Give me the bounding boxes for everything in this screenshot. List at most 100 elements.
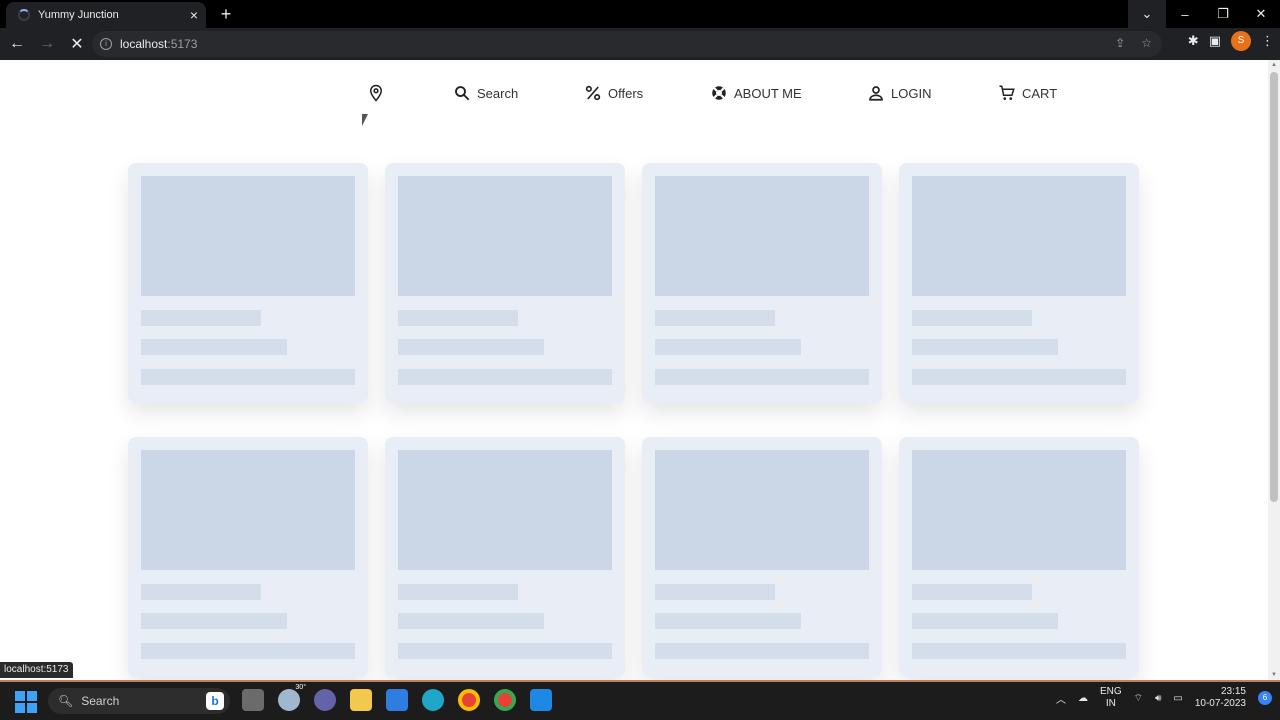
mouse-cursor-icon bbox=[362, 114, 368, 126]
notification-count-badge[interactable]: 6 bbox=[1258, 691, 1272, 705]
share-icon[interactable]: ⇪ bbox=[1115, 36, 1125, 50]
taskbar-search-box[interactable]: 🔍︎ Search b bbox=[48, 688, 230, 714]
nav-login[interactable]: LOGIN bbox=[867, 84, 931, 102]
region-code: IN bbox=[1105, 698, 1116, 709]
restore-button[interactable]: ❐ bbox=[1204, 0, 1242, 28]
url-host: localhost bbox=[120, 37, 168, 51]
skeleton-subtitle-placeholder bbox=[141, 613, 287, 629]
skeleton-card bbox=[642, 437, 882, 677]
location-picker[interactable] bbox=[367, 84, 385, 102]
nav-offers-label: Offers bbox=[608, 85, 644, 101]
help-lifebuoy-icon bbox=[712, 86, 726, 100]
new-tab-button[interactable]: + bbox=[216, 4, 236, 24]
chrome-active-icon[interactable] bbox=[494, 689, 516, 711]
language-indicator[interactable]: ENG IN bbox=[1100, 686, 1122, 710]
tab-close-button[interactable]: × bbox=[190, 8, 198, 22]
wifi-icon[interactable]: ⌔ bbox=[1134, 692, 1143, 705]
page-viewport: Search Offers ABOUT ME LOGIN CART bbox=[0, 60, 1268, 680]
skeleton-meta-placeholder bbox=[912, 643, 1126, 659]
stop-loading-button[interactable]: ✕ bbox=[64, 31, 90, 57]
percent-icon bbox=[585, 85, 601, 101]
skeleton-image-placeholder bbox=[141, 450, 355, 570]
weather-widget-icon[interactable]: 30° bbox=[278, 684, 306, 711]
skeleton-meta-placeholder bbox=[655, 369, 869, 385]
skeleton-title-placeholder bbox=[398, 584, 518, 600]
skeleton-card bbox=[128, 163, 368, 403]
taskbar-clock[interactable]: 23:15 10-07-2023 bbox=[1195, 686, 1246, 710]
browser-tab[interactable]: Yummy Junction × bbox=[6, 2, 206, 28]
url-port: :5173 bbox=[167, 37, 198, 51]
skeleton-image-placeholder bbox=[912, 450, 1126, 570]
search-icon bbox=[455, 86, 470, 101]
skeleton-meta-placeholder bbox=[398, 643, 612, 659]
microsoft-store-icon[interactable] bbox=[386, 689, 408, 711]
loading-spinner-icon bbox=[18, 9, 30, 21]
skeleton-image-placeholder bbox=[398, 450, 612, 570]
skeleton-image-placeholder bbox=[655, 176, 869, 296]
address-bar[interactable]: i localhost:5173 ⇪ ☆ bbox=[92, 31, 1162, 57]
skeleton-subtitle-placeholder bbox=[398, 339, 544, 355]
profile-avatar[interactable]: S bbox=[1231, 31, 1251, 51]
bookmark-star-icon[interactable]: ☆ bbox=[1141, 36, 1152, 50]
tab-search-button[interactable]: ⌄ bbox=[1128, 0, 1166, 28]
nav-search[interactable]: Search bbox=[453, 84, 518, 102]
nav-search-label: Search bbox=[477, 85, 519, 101]
cart-icon bbox=[999, 85, 1015, 100]
system-tray: ︿ ☁ ENG IN ⌔ 🔊︎ ▭ 23:15 10-07-2023 6 bbox=[1056, 686, 1272, 710]
skeleton-meta-placeholder bbox=[398, 369, 612, 385]
edge-browser-icon[interactable] bbox=[422, 689, 444, 711]
volume-icon[interactable]: 🔊︎ bbox=[1155, 693, 1161, 704]
minimize-button[interactable]: – bbox=[1166, 0, 1204, 28]
teams-chat-icon[interactable] bbox=[314, 689, 336, 711]
side-panel-icon[interactable]: ▣ bbox=[1209, 33, 1221, 49]
skeleton-title-placeholder bbox=[141, 310, 261, 326]
search-icon: 🔍︎ bbox=[58, 694, 74, 708]
onedrive-cloud-icon[interactable]: ☁ bbox=[1078, 693, 1088, 704]
nav-offers[interactable]: Offers bbox=[584, 84, 643, 102]
skeleton-subtitle-placeholder bbox=[398, 613, 544, 629]
window-controls: ⌄ – ❐ ✕ bbox=[1128, 0, 1280, 28]
taskbar-search-placeholder: Search bbox=[81, 694, 120, 708]
forward-button[interactable]: → bbox=[34, 31, 60, 57]
skeleton-card bbox=[385, 163, 625, 403]
site-navigation: Search Offers ABOUT ME LOGIN CART bbox=[0, 84, 1268, 108]
skeleton-card bbox=[128, 437, 368, 677]
windows-start-button[interactable] bbox=[15, 691, 37, 713]
task-view-icon[interactable] bbox=[242, 689, 264, 711]
skeleton-meta-placeholder bbox=[912, 369, 1126, 385]
file-explorer-icon[interactable] bbox=[350, 689, 372, 711]
location-pin-icon bbox=[369, 84, 383, 102]
nav-login-label: LOGIN bbox=[891, 85, 932, 101]
link-status-bubble: localhost:5173 bbox=[0, 662, 73, 678]
user-icon bbox=[869, 86, 883, 101]
skeleton-meta-placeholder bbox=[141, 643, 355, 659]
site-info-icon[interactable]: i bbox=[100, 38, 112, 50]
skeleton-subtitle-placeholder bbox=[141, 339, 287, 355]
scroll-up-arrow[interactable]: ▲ bbox=[1270, 62, 1278, 68]
weather-temperature: 30° bbox=[295, 684, 306, 691]
nav-cart[interactable]: CART bbox=[998, 84, 1057, 102]
restaurant-skeleton-grid bbox=[128, 163, 1140, 677]
bing-icon[interactable]: b bbox=[206, 692, 224, 710]
extensions-icon[interactable]: ✱ bbox=[1188, 33, 1199, 49]
close-window-button[interactable]: ✕ bbox=[1242, 0, 1280, 28]
skeleton-card bbox=[385, 437, 625, 677]
skeleton-card bbox=[642, 163, 882, 403]
battery-icon[interactable]: ▭ bbox=[1173, 693, 1182, 704]
skeleton-card bbox=[899, 437, 1139, 677]
skeleton-subtitle-placeholder bbox=[655, 613, 801, 629]
scrollbar-thumb[interactable] bbox=[1270, 72, 1278, 502]
page-scrollbar[interactable]: ▲ ▼ bbox=[1268, 60, 1280, 680]
nav-about[interactable]: ABOUT ME bbox=[710, 84, 802, 102]
nav-about-label: ABOUT ME bbox=[734, 85, 802, 101]
skeleton-title-placeholder bbox=[398, 310, 518, 326]
back-button[interactable]: ← bbox=[4, 31, 30, 57]
browser-menu-icon[interactable]: ⋮ bbox=[1261, 33, 1274, 49]
skeleton-subtitle-placeholder bbox=[655, 339, 801, 355]
skeleton-image-placeholder bbox=[912, 176, 1126, 296]
scroll-down-arrow[interactable]: ▼ bbox=[1270, 672, 1278, 678]
vscode-icon[interactable] bbox=[530, 689, 552, 711]
chrome-icon[interactable] bbox=[458, 689, 480, 711]
skeleton-title-placeholder bbox=[655, 584, 775, 600]
chevron-up-icon[interactable]: ︿ bbox=[1056, 691, 1066, 706]
